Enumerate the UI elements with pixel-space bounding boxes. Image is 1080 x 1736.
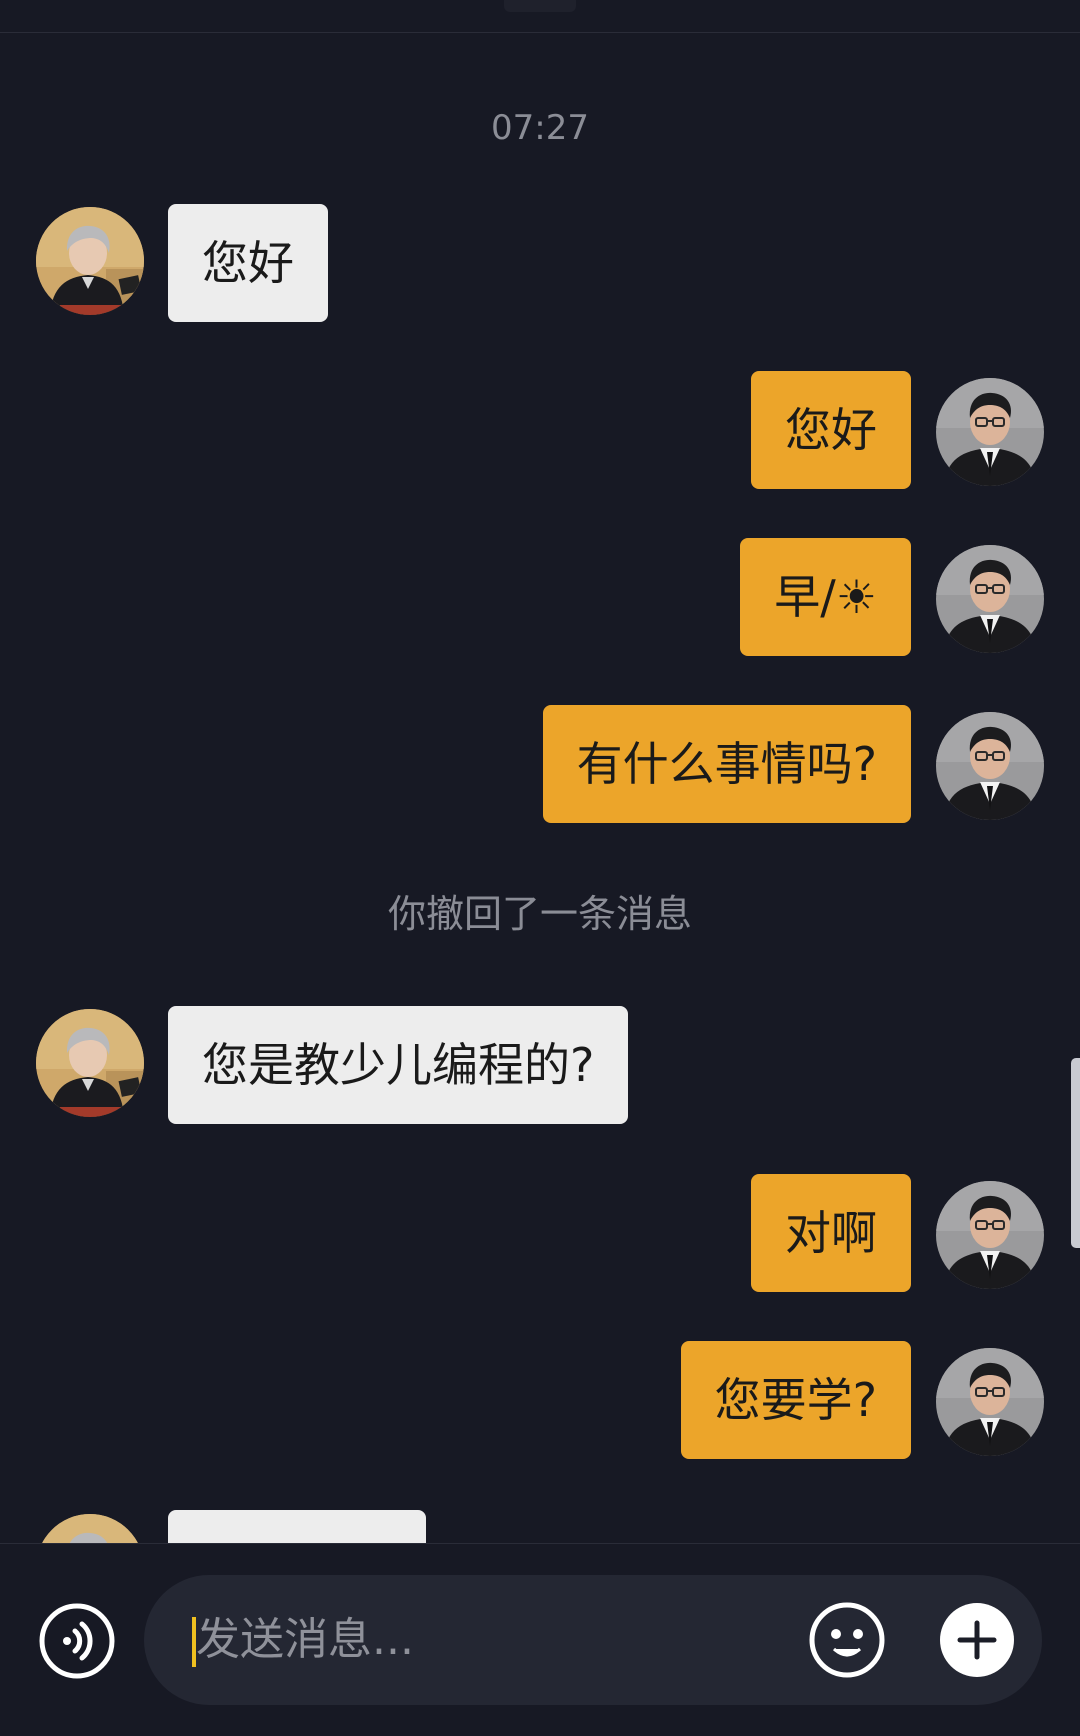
my-avatar[interactable] bbox=[936, 1181, 1044, 1289]
incoming-message-bubble[interactable]: 您是教少儿编程的? bbox=[168, 1006, 629, 1124]
chat-screen: 07:27 您好 您好 早/☀ 有什么事情吗? 你撤回了一条消息 您是教少儿编程… bbox=[0, 0, 1080, 1736]
top-bar bbox=[0, 0, 1080, 33]
outgoing-message-bubble[interactable]: 您好 bbox=[751, 371, 911, 489]
my-avatar[interactable] bbox=[936, 545, 1044, 653]
message-timestamp: 07:27 bbox=[491, 108, 589, 148]
contact-avatar[interactable] bbox=[36, 207, 144, 315]
contact-avatar[interactable] bbox=[36, 1009, 144, 1117]
outgoing-message-bubble[interactable]: 对啊 bbox=[751, 1174, 911, 1292]
plus-icon bbox=[940, 1603, 1014, 1677]
more-actions-button[interactable] bbox=[938, 1601, 1016, 1679]
my-avatar[interactable] bbox=[936, 1348, 1044, 1456]
message-input-placeholder: 发送消息... bbox=[196, 1614, 414, 1665]
message-input[interactable]: 发送消息... bbox=[144, 1575, 1042, 1705]
recall-notice: 你撤回了一条消息 bbox=[387, 892, 692, 936]
incoming-message-bubble[interactable] bbox=[168, 1510, 426, 1544]
emoji-icon bbox=[809, 1602, 885, 1678]
partial-message-row bbox=[0, 1510, 1080, 1544]
outgoing-message-bubble[interactable]: 您要学? bbox=[680, 1341, 911, 1459]
message-composer: 发送消息... bbox=[0, 1543, 1080, 1736]
scrollbar-thumb[interactable] bbox=[1071, 1058, 1080, 1248]
emoji-button[interactable] bbox=[808, 1601, 886, 1679]
contact-avatar[interactable] bbox=[36, 1514, 144, 1544]
outgoing-message-bubble[interactable]: 有什么事情吗? bbox=[542, 705, 911, 823]
incoming-message-bubble[interactable]: 您好 bbox=[168, 204, 328, 322]
my-avatar[interactable] bbox=[936, 712, 1044, 820]
voice-icon bbox=[39, 1603, 115, 1679]
top-handle bbox=[504, 0, 576, 12]
voice-input-button[interactable] bbox=[38, 1602, 116, 1680]
outgoing-message-bubble[interactable]: 早/☀ bbox=[740, 538, 911, 656]
my-avatar[interactable] bbox=[936, 378, 1044, 486]
